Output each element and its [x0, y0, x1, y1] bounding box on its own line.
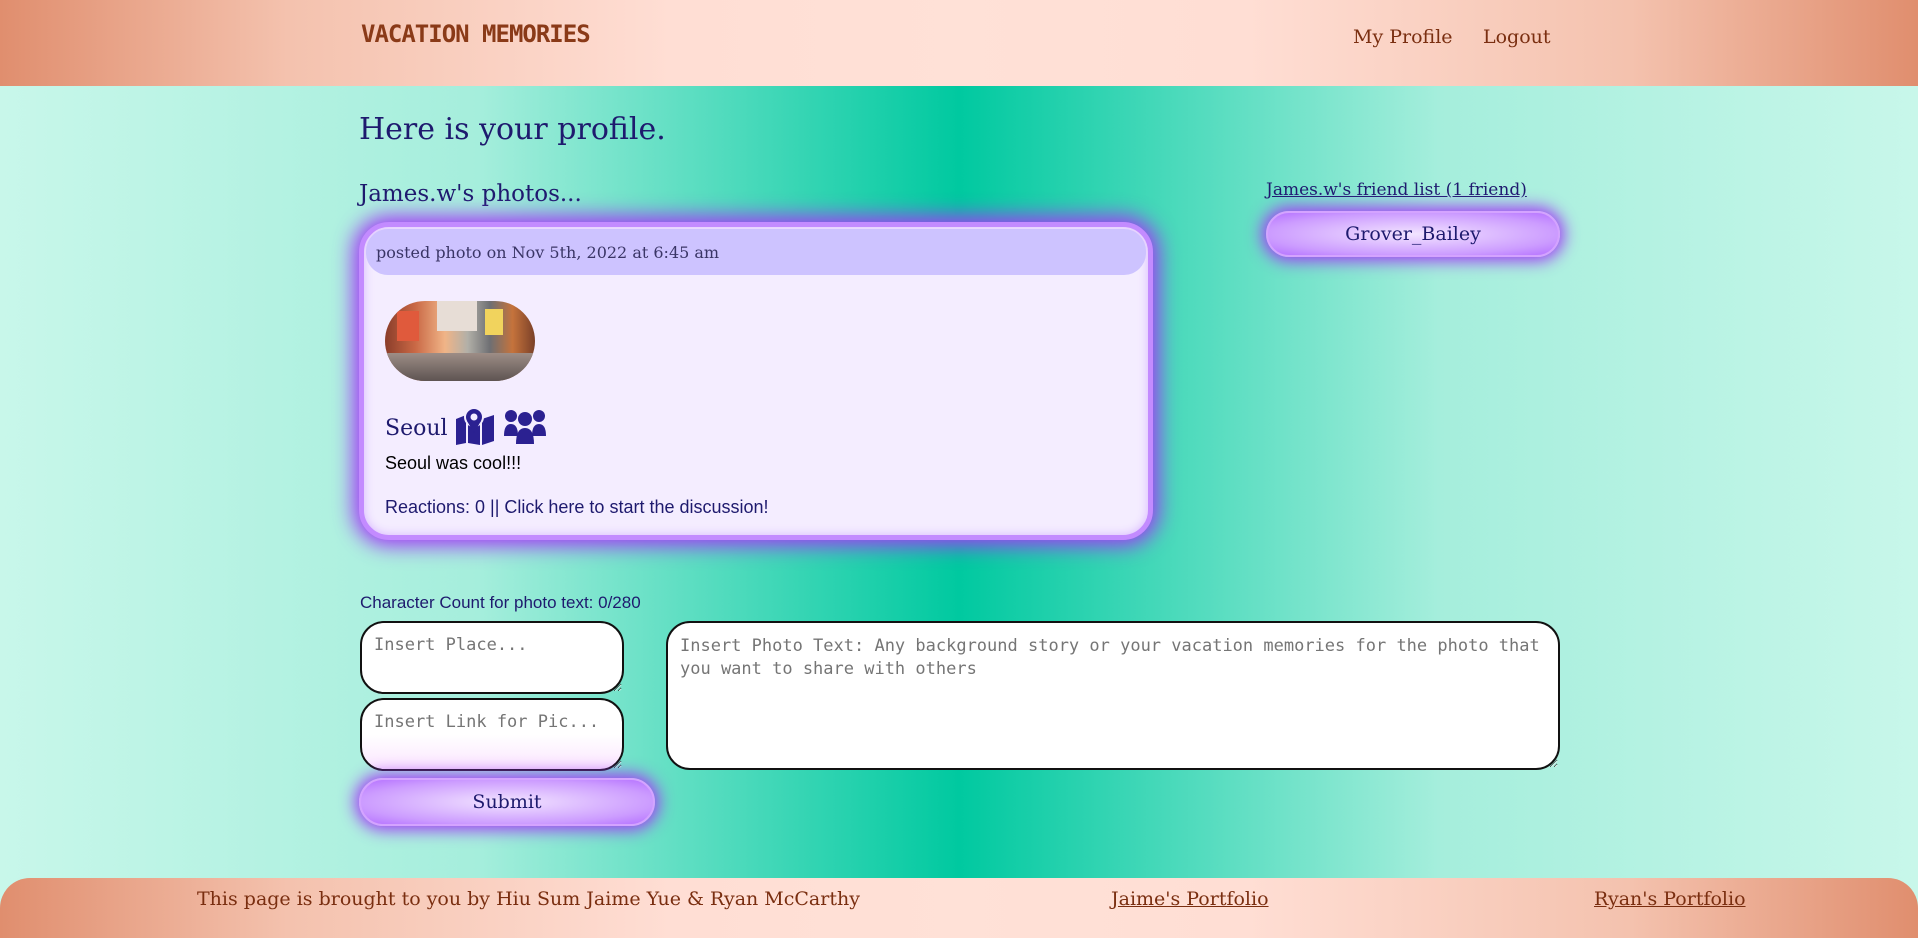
place-input[interactable]	[360, 621, 624, 694]
photo-sign	[485, 309, 503, 335]
footer-credit: This page is brought to you by Hiu Sum J…	[197, 888, 860, 910]
post-timestamp: posted photo on Nov 5th, 2022 at 6:45 am	[366, 229, 1146, 275]
char-count-label: Character Count for photo text: 0/280	[360, 593, 641, 612]
page-title: Here is your profile.	[359, 112, 666, 147]
reactions-discussion-link[interactable]: Reactions: 0 || Click here to start the …	[385, 497, 769, 518]
photo-street	[385, 353, 535, 381]
photos-heading: James.w's photos...	[359, 181, 582, 207]
people-group-icon	[502, 408, 548, 448]
photo-text-input[interactable]	[666, 621, 1560, 770]
jaime-portfolio-link[interactable]: Jaime's Portfolio	[1111, 888, 1269, 910]
site-header: VACATION MEMORIES My Profile Logout	[0, 0, 1918, 86]
friend-list-link[interactable]: James.w's friend list (1 friend)	[1266, 180, 1527, 200]
post-photo-text: Seoul was cool!!!	[385, 453, 522, 473]
site-brand[interactable]: VACATION MEMORIES	[361, 20, 591, 48]
place-row: Seoul	[385, 407, 548, 449]
photo-link-input[interactable]	[360, 698, 624, 771]
submit-button[interactable]: Submit	[359, 778, 655, 826]
map-location-icon	[454, 407, 496, 449]
nav-logout-link[interactable]: Logout	[1483, 26, 1551, 48]
site-footer: This page is brought to you by Hiu Sum J…	[0, 878, 1918, 938]
friend-item-grover-bailey[interactable]: Grover_Bailey	[1266, 211, 1560, 257]
ryan-portfolio-link[interactable]: Ryan's Portfolio	[1594, 888, 1746, 910]
photo-sign	[397, 311, 419, 341]
nav-my-profile-link[interactable]: My Profile	[1353, 26, 1453, 48]
photo-post-card: posted photo on Nov 5th, 2022 at 6:45 am…	[359, 222, 1153, 540]
post-place-name: Seoul	[385, 415, 448, 441]
post-photo[interactable]	[385, 301, 535, 381]
photo-sky	[437, 301, 477, 331]
